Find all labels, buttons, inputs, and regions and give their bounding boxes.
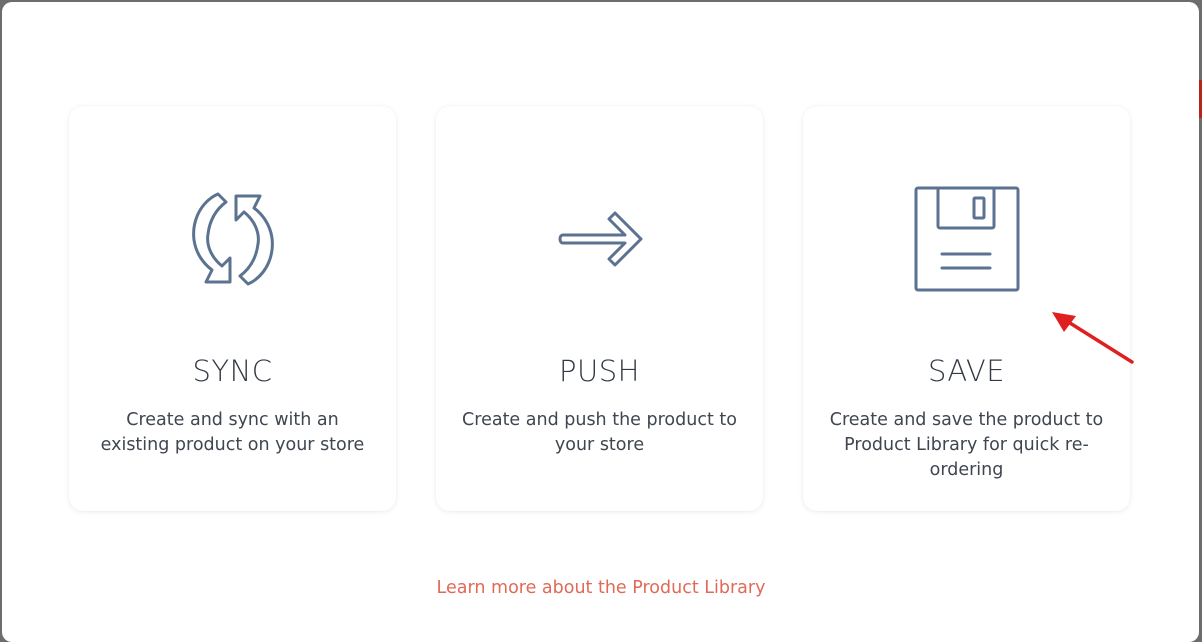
floppy-disk-icon	[912, 184, 1022, 294]
arrow-right-icon	[545, 184, 655, 294]
push-card[interactable]: PUSH Create and push the product to your…	[436, 106, 763, 511]
push-title: PUSH	[559, 354, 640, 388]
annotation-arrow-icon	[1052, 312, 1134, 364]
save-description: Create and save the product to Product L…	[829, 410, 1104, 480]
sync-description: Create and sync with an existing product…	[100, 410, 365, 455]
sync-card[interactable]: SYNC Create and sync with an existing pr…	[69, 106, 396, 511]
sync-title: SYNC	[192, 354, 273, 388]
learn-more-link[interactable]: Learn more about the Product Library	[0, 578, 1202, 598]
push-description: Create and push the product to your stor…	[462, 410, 737, 455]
option-cards: SYNC Create and sync with an existing pr…	[69, 106, 1130, 511]
sync-icon	[178, 184, 288, 294]
